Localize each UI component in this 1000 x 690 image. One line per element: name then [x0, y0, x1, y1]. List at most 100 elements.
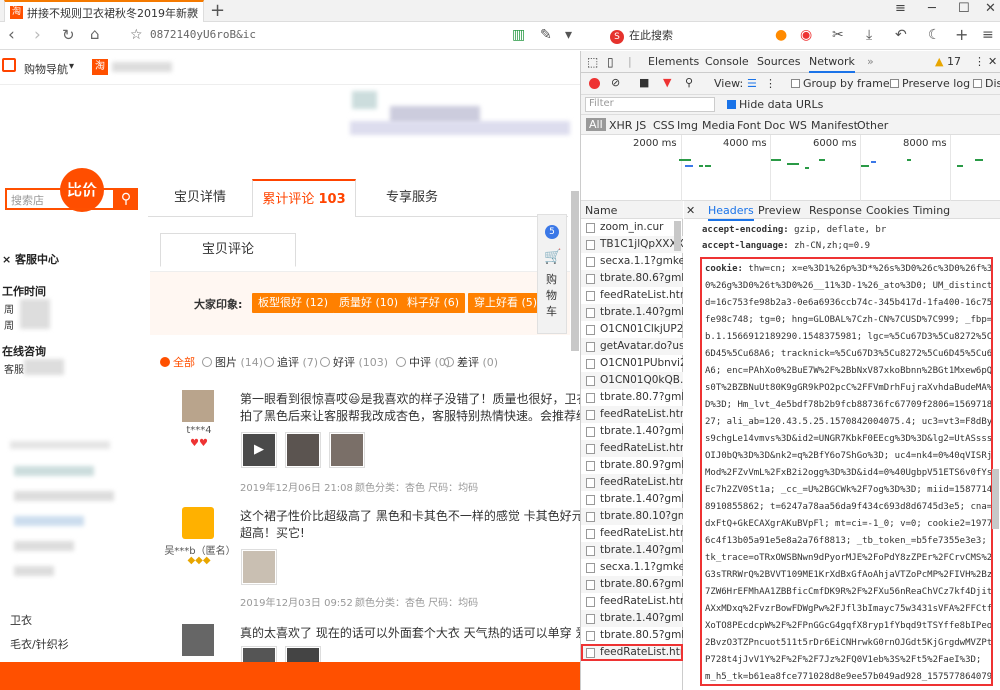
tab-preview[interactable]: Preview	[758, 204, 801, 217]
request-row[interactable]: feedRateList.htm	[581, 406, 683, 423]
filter-negative[interactable]: 差评 (0)	[444, 354, 498, 370]
request-row[interactable]: tbrate.1.40?gmk	[581, 491, 683, 508]
tab-network[interactable]: Network	[809, 55, 855, 73]
disable-cache-checkbox[interactable]: Disal	[973, 77, 1000, 90]
type-other[interactable]: Other	[857, 119, 888, 132]
filter-images[interactable]: 图片 (14)	[202, 354, 263, 370]
game-icon[interactable]: ●	[775, 27, 787, 43]
request-row[interactable]: zoom_in.cur	[581, 219, 683, 236]
tab-response[interactable]: Response	[809, 204, 862, 217]
star-icon[interactable]: ☆	[130, 27, 143, 43]
close-window-icon[interactable]: ✕	[985, 1, 996, 16]
tab-timing[interactable]: Timing	[913, 204, 950, 217]
request-row[interactable]: feedRateList.htm	[581, 644, 683, 661]
request-row[interactable]: secxa.1.1?gmkey	[581, 253, 683, 270]
download-icon[interactable]: ⤓	[866, 27, 872, 43]
request-row[interactable]: tbrate.80.9?gmk	[581, 457, 683, 474]
type-css[interactable]: CSS	[653, 119, 675, 132]
request-row[interactable]: tbrate.80.6?gmk	[581, 270, 683, 287]
filter-positive[interactable]: 好评 (103)	[320, 354, 388, 370]
waterfall-view-icon[interactable]: ⋮	[765, 77, 776, 90]
tab-console[interactable]: Console	[705, 55, 749, 68]
review-video-thumb[interactable]: ▶	[241, 432, 277, 468]
dropdown-icon[interactable]: ▾	[565, 27, 572, 43]
home-icon[interactable]: ⌂	[90, 25, 100, 43]
extension-icon[interactable]: ◉	[800, 27, 812, 43]
request-row[interactable]: tbrate.1.40?gmk	[581, 542, 683, 559]
filter-icon[interactable]: ▼	[663, 76, 671, 89]
request-row[interactable]: tbrate.80.6?gmk	[581, 576, 683, 593]
review-subtab[interactable]: 宝贝评论	[160, 233, 296, 267]
filter-input[interactable]: Filter	[585, 97, 715, 112]
url-input[interactable]: 0872140yU6roB&ic	[150, 28, 520, 45]
impression-tag[interactable]: 质量好 (10)	[333, 293, 405, 313]
minimize-icon[interactable]: ─	[928, 1, 936, 16]
request-row[interactable]: O1CN01PUbnvi2	[581, 355, 683, 372]
review-image-thumb[interactable]	[241, 549, 277, 585]
request-row[interactable]: O1CN01Q0kQB.	[581, 372, 683, 389]
request-row[interactable]: O1CN01ClkjUP2	[581, 321, 683, 338]
network-overview[interactable]: 2000 ms 4000 ms 6000 ms 8000 ms	[581, 135, 1000, 201]
type-js[interactable]: JS	[636, 119, 646, 132]
type-ws[interactable]: WS	[789, 119, 807, 132]
tab-sources[interactable]: Sources	[757, 55, 801, 68]
tab-services[interactable]: 专享服务	[360, 179, 464, 217]
page-scrollbar[interactable]	[571, 191, 579, 351]
tab-details[interactable]: 宝贝详情	[148, 179, 252, 217]
impression-tag[interactable]: 穿上好看 (5)	[468, 293, 544, 313]
impression-tag[interactable]: 板型很好 (12)	[252, 293, 335, 313]
cart-sidebar[interactable]: 5 🛒 购 物 车	[537, 214, 567, 334]
add-icon[interactable]: +	[955, 25, 968, 44]
request-row[interactable]: feedRateList.htm	[581, 474, 683, 491]
undo-icon[interactable]: ↶	[895, 27, 907, 43]
tab-reviews[interactable]: 累计评论 103	[252, 179, 356, 217]
hide-data-urls-checkbox[interactable]: Hide data URLs	[727, 98, 823, 111]
request-row[interactable]: feedRateList.htm	[581, 287, 683, 304]
category-link[interactable]: 卫衣	[10, 612, 32, 628]
tab-elements[interactable]: Elements	[648, 55, 699, 68]
request-row[interactable]: TB1C1jlQpXXXX	[581, 236, 683, 253]
translate-icon[interactable]: ✎	[540, 27, 552, 43]
review-image-thumb[interactable]	[285, 432, 321, 468]
request-row[interactable]: feedRateList.htm	[581, 440, 683, 457]
shop-nav-label[interactable]: 购物导航	[24, 61, 68, 77]
type-manifest[interactable]: Manifest	[811, 119, 858, 132]
back-icon[interactable]: ‹	[8, 25, 15, 45]
settings-icon[interactable]: ⋮	[974, 55, 985, 68]
type-all[interactable]: All	[586, 118, 606, 131]
filter-neutral[interactable]: 中评 (0)	[396, 354, 450, 370]
tab-cookies[interactable]: Cookies	[866, 204, 909, 217]
preserve-log-checkbox[interactable]: Preserve log	[890, 77, 970, 90]
request-row[interactable]: tbrate.80.5?gmk	[581, 627, 683, 644]
request-row[interactable]: tbrate.80.10?gm	[581, 508, 683, 525]
review-image-thumb[interactable]	[329, 432, 365, 468]
clear-icon[interactable]: ⊘	[611, 76, 620, 89]
list-view-icon[interactable]: ☰	[747, 77, 757, 90]
type-doc[interactable]: Doc	[764, 119, 785, 132]
name-column-header[interactable]: Name	[581, 201, 683, 219]
filter-all[interactable]: 全部	[160, 354, 195, 370]
close-devtools-icon[interactable]: ✕	[988, 55, 997, 68]
close-detail-icon[interactable]: ✕	[686, 204, 695, 217]
shop-nav-arrow-icon[interactable]: ▾	[69, 61, 74, 72]
type-img[interactable]: Img	[677, 119, 698, 132]
maximize-icon[interactable]: ☐	[958, 1, 970, 16]
inspect-icon[interactable]: ⬚	[587, 55, 598, 69]
type-xhr[interactable]: XHR	[609, 119, 632, 132]
filter-followup[interactable]: 追评 (7)	[264, 354, 318, 370]
impression-tag[interactable]: 料子好 (6)	[401, 293, 466, 313]
shop-search-input[interactable]: 搜索店	[5, 188, 115, 210]
request-row[interactable]: tbrate.1.40?gmk	[581, 304, 683, 321]
category-link[interactable]: 毛衣/针织衫	[10, 636, 69, 652]
close-tab-icon[interactable]: ✕	[190, 5, 199, 18]
reload-icon[interactable]: ↻	[62, 26, 75, 44]
request-row[interactable]: tbrate.1.40?gmk	[581, 610, 683, 627]
camera-icon[interactable]: ■	[639, 76, 649, 89]
request-row[interactable]: feedRateList.htm	[581, 593, 683, 610]
browser-tab[interactable]: 淘 拼接不规则卫衣裙秋冬2019年新款 ✕	[4, 0, 204, 22]
request-row[interactable]: secxa.1.1?gmkey	[581, 559, 683, 576]
group-by-frame-checkbox[interactable]: Group by frame	[791, 77, 890, 90]
reader-icon[interactable]: ▥	[512, 27, 525, 43]
type-media[interactable]: Media	[702, 119, 735, 132]
menu-icon[interactable]: ≡	[895, 1, 906, 16]
